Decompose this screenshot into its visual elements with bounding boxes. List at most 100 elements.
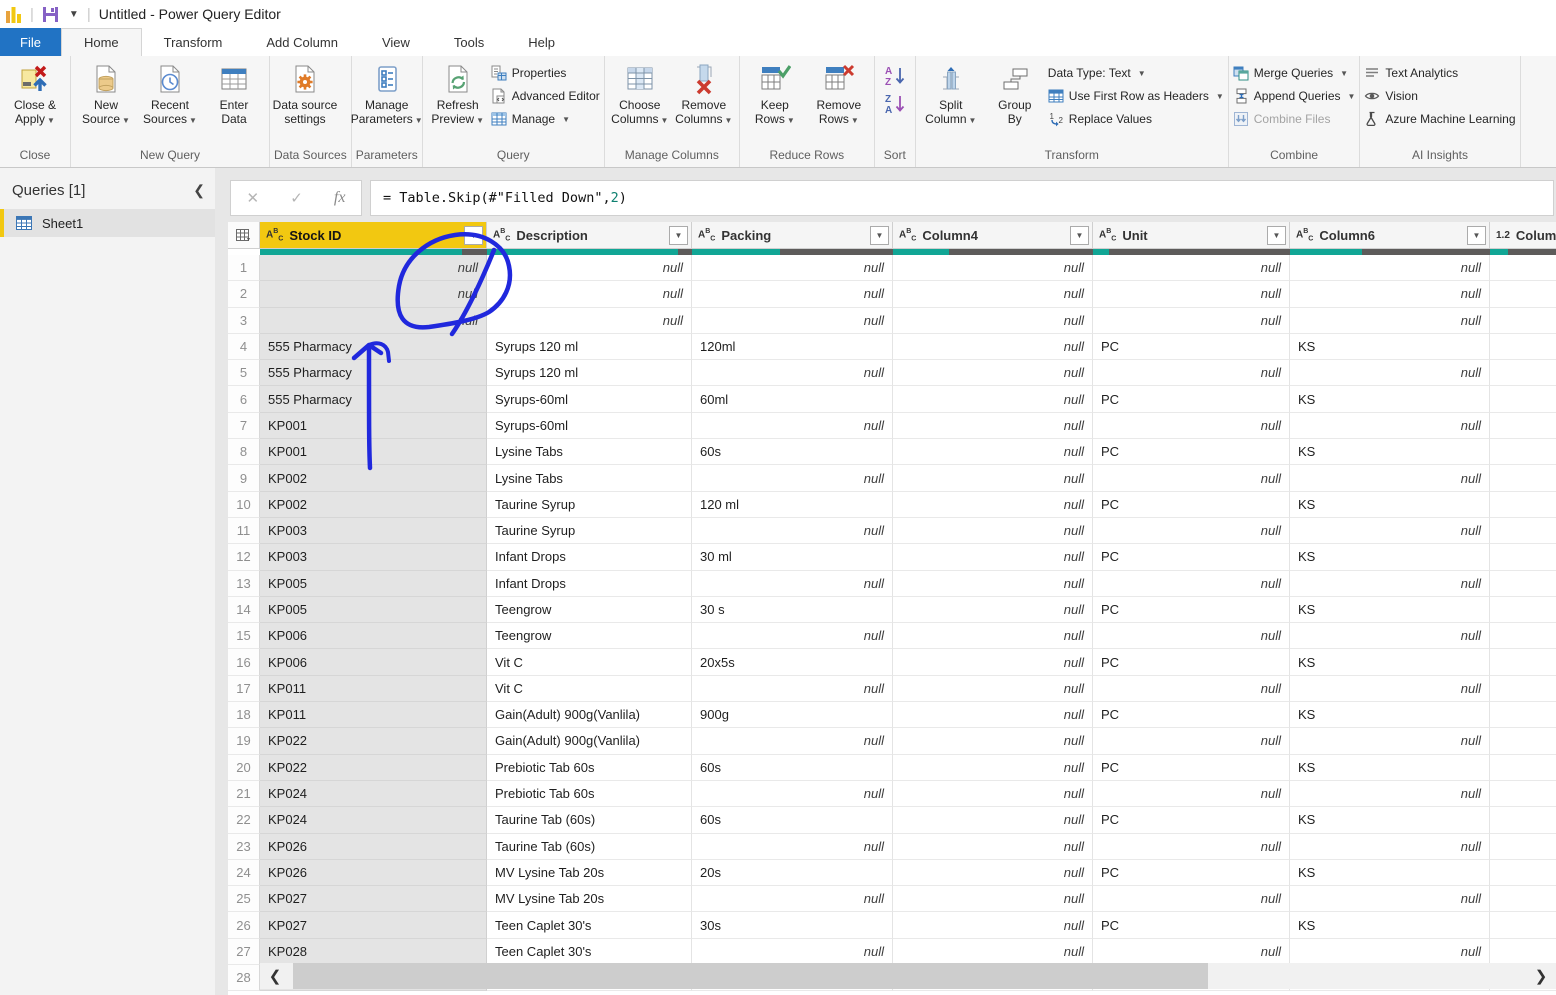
cell[interactable]: null xyxy=(487,255,692,281)
column-filter-dropdown-icon[interactable]: ▼ xyxy=(669,226,688,245)
cell[interactable]: KP026 xyxy=(260,834,487,860)
cell[interactable]: PC xyxy=(1093,860,1290,886)
cell[interactable]: null xyxy=(893,255,1093,281)
cell[interactable]: null xyxy=(692,281,893,307)
column-header-colum[interactable]: 1.2Colum xyxy=(1490,222,1556,249)
cell[interactable] xyxy=(1490,413,1556,439)
cell[interactable]: PC xyxy=(1093,807,1290,833)
cell[interactable]: null xyxy=(1290,413,1490,439)
cell[interactable]: null xyxy=(893,439,1093,465)
column-header-packing[interactable]: ABCPacking▼ xyxy=(692,222,893,249)
choose-columns-button[interactable]: ChooseColumns▼ xyxy=(609,60,671,128)
cell[interactable]: KP027 xyxy=(260,912,487,938)
cell[interactable]: KS xyxy=(1290,649,1490,675)
cell[interactable]: Teengrow xyxy=(487,597,692,623)
merge-queries-button[interactable]: Merge Queries▼ xyxy=(1233,64,1356,82)
cell[interactable]: null xyxy=(692,571,893,597)
cell[interactable]: PC xyxy=(1093,755,1290,781)
cell[interactable]: PC xyxy=(1093,334,1290,360)
cell[interactable]: KP005 xyxy=(260,597,487,623)
remove-rows-button[interactable]: RemoveRows▼ xyxy=(808,60,870,128)
cell[interactable] xyxy=(1490,492,1556,518)
row-number[interactable]: 24 xyxy=(228,860,260,886)
cell[interactable]: null xyxy=(692,360,893,386)
cell[interactable]: null xyxy=(692,886,893,912)
row-number[interactable]: 10 xyxy=(228,492,260,518)
cell[interactable]: null xyxy=(1093,834,1290,860)
column-header-stock-id[interactable]: ABCStock ID▼ xyxy=(260,222,487,249)
save-icon[interactable] xyxy=(42,6,59,23)
cell[interactable] xyxy=(1490,702,1556,728)
cell[interactable]: KP001 xyxy=(260,413,487,439)
row-number[interactable]: 14 xyxy=(228,597,260,623)
cell[interactable]: KS xyxy=(1290,439,1490,465)
cell[interactable]: Taurine Syrup xyxy=(487,492,692,518)
cell[interactable] xyxy=(1490,860,1556,886)
cell[interactable]: 555 Pharmacy xyxy=(260,386,487,412)
cell[interactable] xyxy=(1490,728,1556,754)
column-header-description[interactable]: ABCDescription▼ xyxy=(487,222,692,249)
cell[interactable] xyxy=(1490,939,1556,965)
cell[interactable]: KP003 xyxy=(260,544,487,570)
cell[interactable]: KP024 xyxy=(260,807,487,833)
cell[interactable]: Taurine Tab (60s) xyxy=(487,834,692,860)
refresh-preview-button[interactable]: RefreshPreview▼ xyxy=(427,60,489,128)
cell[interactable]: null xyxy=(1290,281,1490,307)
new-source-button[interactable]: NewSource▼ xyxy=(75,60,137,128)
cell[interactable]: null xyxy=(893,544,1093,570)
column-filter-dropdown-icon[interactable]: ▼ xyxy=(870,226,889,245)
row-number[interactable]: 8 xyxy=(228,439,260,465)
row-number[interactable]: 12 xyxy=(228,544,260,570)
cell[interactable]: Syrups-60ml xyxy=(487,386,692,412)
cell[interactable]: null xyxy=(1290,465,1490,491)
cell[interactable]: null xyxy=(893,728,1093,754)
row-number[interactable]: 13 xyxy=(228,571,260,597)
cell[interactable]: null xyxy=(1093,623,1290,649)
cell[interactable]: null xyxy=(893,623,1093,649)
cell[interactable]: KS xyxy=(1290,492,1490,518)
cell[interactable]: KP005 xyxy=(260,571,487,597)
cell[interactable]: PC xyxy=(1093,912,1290,938)
row-number[interactable]: 20 xyxy=(228,755,260,781)
data-source-settings-button[interactable]: Data sourcesettings xyxy=(274,60,336,126)
cell[interactable]: KS xyxy=(1290,702,1490,728)
cell[interactable]: null xyxy=(1290,360,1490,386)
cell[interactable]: null xyxy=(893,571,1093,597)
cell[interactable]: MV Lysine Tab 20s xyxy=(487,860,692,886)
row-number[interactable]: 27 xyxy=(228,939,260,965)
cell[interactable]: Vit C xyxy=(487,649,692,675)
cell[interactable]: Teen Caplet 30's xyxy=(487,912,692,938)
chevron-left-icon[interactable]: ❮ xyxy=(260,967,290,985)
row-number[interactable]: 23 xyxy=(228,834,260,860)
cell[interactable]: null xyxy=(1290,939,1490,965)
cell[interactable]: 60s xyxy=(692,807,893,833)
cell[interactable]: null xyxy=(1093,360,1290,386)
tab-transform[interactable]: Transform xyxy=(142,28,245,56)
scrollbar-track[interactable] xyxy=(290,963,1526,989)
azure-machine-learning-button[interactable]: Azure Machine Learning xyxy=(1364,110,1515,128)
tab-add-column[interactable]: Add Column xyxy=(244,28,360,56)
cell[interactable]: null xyxy=(692,255,893,281)
cell[interactable] xyxy=(1490,281,1556,307)
cell[interactable] xyxy=(1490,439,1556,465)
enter-data-button[interactable]: EnterData xyxy=(203,60,265,126)
cell[interactable]: null xyxy=(893,597,1093,623)
cell[interactable]: PC xyxy=(1093,492,1290,518)
cell[interactable]: KS xyxy=(1290,544,1490,570)
cell[interactable]: 30s xyxy=(692,912,893,938)
split-column-button[interactable]: SplitColumn▼ xyxy=(920,60,982,128)
replace-values-button[interactable]: 12Replace Values xyxy=(1048,110,1224,128)
row-number[interactable]: 11 xyxy=(228,518,260,544)
cell[interactable]: null xyxy=(1093,939,1290,965)
cell[interactable]: null xyxy=(1290,834,1490,860)
use-first-row-as-headers-button[interactable]: Use First Row as Headers▼ xyxy=(1048,87,1224,105)
cell[interactable]: Taurine Syrup xyxy=(487,518,692,544)
column-filter-dropdown-icon[interactable]: ▼ xyxy=(1070,226,1089,245)
cell[interactable]: null xyxy=(893,939,1093,965)
cell[interactable]: 60ml xyxy=(692,386,893,412)
cell[interactable]: PC xyxy=(1093,386,1290,412)
row-number[interactable]: 7 xyxy=(228,413,260,439)
cell[interactable]: Teengrow xyxy=(487,623,692,649)
row-number[interactable]: 26 xyxy=(228,912,260,938)
cell[interactable]: Infant Drops xyxy=(487,544,692,570)
